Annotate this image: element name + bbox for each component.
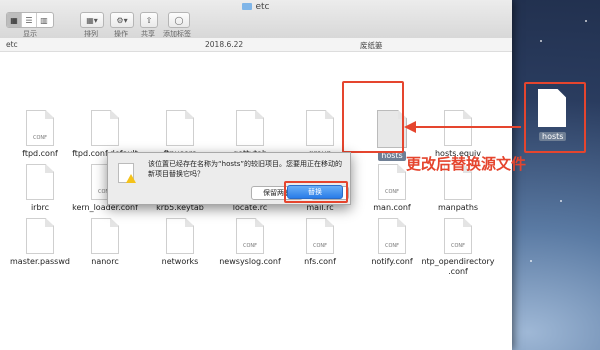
dialog-message: 该位置已经存在名称为“hosts”的较旧项目。您要用正在移动的新项目替换它吗？ [148, 160, 343, 178]
file-item[interactable]: CONF ntp_opendirectory .conf [412, 218, 504, 277]
window-title: etc [0, 2, 512, 12]
grid-icon: ▦▾ [86, 15, 98, 25]
file-type-tag: CONF [312, 243, 328, 249]
view-mode-control[interactable]: ▦ ☰ ▥ [6, 12, 54, 28]
hosts-highlight [342, 81, 404, 153]
action-button[interactable]: ⚙▾ [110, 12, 134, 28]
file-type-tag: CONF [450, 243, 466, 249]
desktop-file-icon[interactable] [538, 89, 566, 127]
file-icon [26, 164, 54, 200]
desktop-file-label[interactable]: hosts [539, 132, 567, 141]
file-icon: CONF [378, 218, 406, 254]
file-icon: CONF [444, 218, 472, 254]
finder-window: etc ▦ ☰ ▥ 显示 ▦▾ 排列 ⚙▾ 操作 ⇧ 共享 ◯ 添加标签 etc… [0, 0, 512, 350]
share-button[interactable]: ⇧ [140, 12, 158, 28]
file-icon: CONF [26, 110, 54, 146]
replace-highlight [284, 181, 348, 203]
file-icon [166, 218, 194, 254]
path-date[interactable]: 2018.6.22 [205, 40, 243, 49]
tag-icon: ◯ [174, 15, 184, 25]
file-name: ntp_opendirectory .conf [421, 257, 495, 276]
star [585, 20, 587, 22]
file-icon [306, 110, 334, 146]
file-item[interactable]: hosts.equiv [412, 110, 504, 159]
file-name: manpaths [437, 203, 479, 212]
icon-view-icon[interactable]: ▦ [7, 13, 22, 27]
file-icon: CONF [378, 164, 406, 200]
file-type-tag: CONF [384, 243, 400, 249]
file-icon [166, 110, 194, 146]
star [530, 260, 532, 262]
file-icon [91, 110, 119, 146]
path-name[interactable]: etc [6, 40, 18, 49]
tags-button[interactable]: ◯ [168, 12, 190, 28]
gear-icon: ⚙▾ [116, 15, 128, 25]
warning-icon [126, 174, 136, 183]
arrange-button[interactable]: ▦▾ [80, 12, 104, 28]
file-icon: CONF [306, 218, 334, 254]
share-icon: ⇧ [145, 15, 153, 25]
arrow-line [415, 126, 521, 128]
star [560, 200, 562, 202]
star [540, 40, 542, 42]
file-type-tag: CONF [242, 243, 258, 249]
file-type-tag: CONF [384, 189, 400, 195]
file-icon [91, 218, 119, 254]
file-icon [444, 110, 472, 146]
folder-icon [242, 3, 253, 10]
list-view-icon[interactable]: ☰ [22, 13, 37, 27]
path-bar: etc 2018.6.22 废纸篓 [0, 38, 512, 52]
file-type-tag: CONF [32, 135, 48, 141]
annotation-text: 更改后替换源文件 [406, 155, 527, 173]
toolbar: etc ▦ ☰ ▥ 显示 ▦▾ 排列 ⚙▾ 操作 ⇧ 共享 ◯ 添加标签 [0, 0, 512, 39]
file-icon: CONF [236, 218, 264, 254]
column-view-icon[interactable]: ▥ [37, 13, 51, 27]
file-icon [26, 218, 54, 254]
path-trash[interactable]: 废纸篓 [360, 40, 383, 51]
file-icon [236, 110, 264, 146]
